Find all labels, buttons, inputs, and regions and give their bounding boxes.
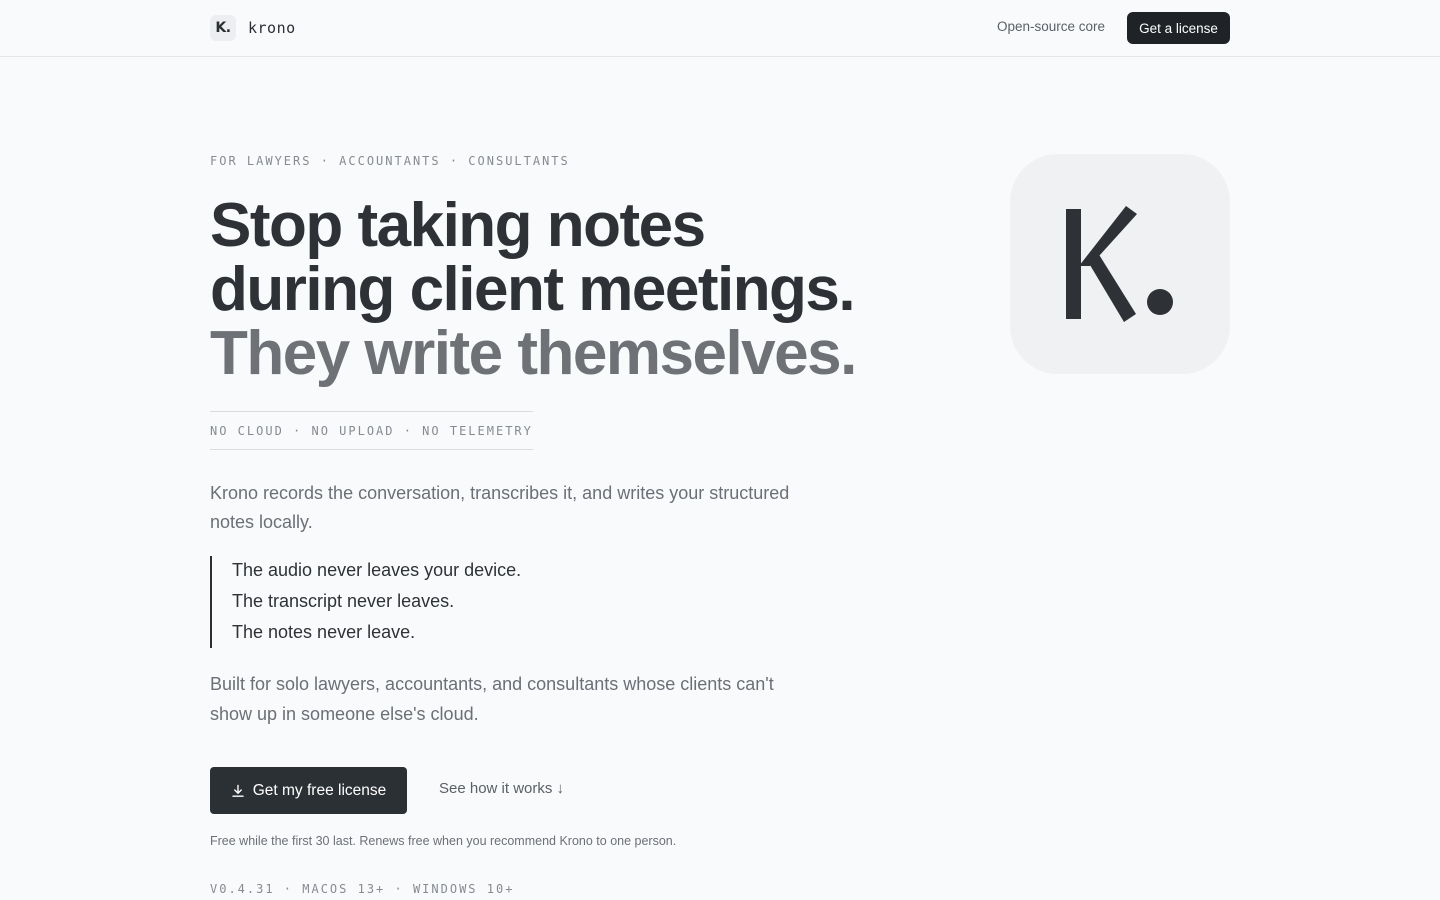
headline-line-1: Stop taking notes <box>210 191 706 260</box>
lead-paragraph: Krono records the conversation, transcri… <box>210 483 790 532</box>
open-source-core-link[interactable]: Open-source core <box>997 19 1105 34</box>
quote-line: The notes never leave. <box>232 622 416 642</box>
download-icon <box>232 784 244 797</box>
get-free-license-button[interactable]: Get my free license <box>210 767 407 814</box>
license-fine-print: Free while the first 30 last. Renews fre… <box>210 834 677 848</box>
privacy-tagline: NO CLOUD · NO UPLOAD · NO TELEMETRY <box>210 411 533 450</box>
quote-line: The audio never leaves your device. <box>232 560 522 580</box>
headline-line-2: during client meetings. <box>210 255 856 324</box>
krono-app-icon <box>1010 154 1230 374</box>
brand-mark-icon: K. <box>210 15 236 41</box>
brand-logo-link[interactable]: K. krono <box>210 14 296 42</box>
top-navigation-bar: K. krono Open-source core Get a license <box>0 0 1440 57</box>
audience-paragraph: Built for solo lawyers, accountants, and… <box>210 674 774 724</box>
audience-eyebrow: FOR LAWYERS · ACCOUNTANTS · CONSULTANTS <box>210 154 570 168</box>
privacy-quote: The audio never leaves your device. The … <box>210 556 521 648</box>
brand-name: krono <box>248 19 296 37</box>
headline-line-3: They write themselves. <box>210 319 857 388</box>
quote-line: The transcript never leaves. <box>232 591 455 611</box>
hero-headline: Stop taking notes during client meetings… <box>210 194 910 386</box>
see-how-it-works-link[interactable]: See how it works ↓ <box>439 780 564 797</box>
get-a-license-button[interactable]: Get a license <box>1127 12 1230 44</box>
krono-logo-icon <box>1066 206 1173 322</box>
version-platforms: V0.4.31 · MACOS 13+ · WINDOWS 10+ <box>210 882 515 896</box>
cta-label: Get my free license <box>252 781 387 799</box>
